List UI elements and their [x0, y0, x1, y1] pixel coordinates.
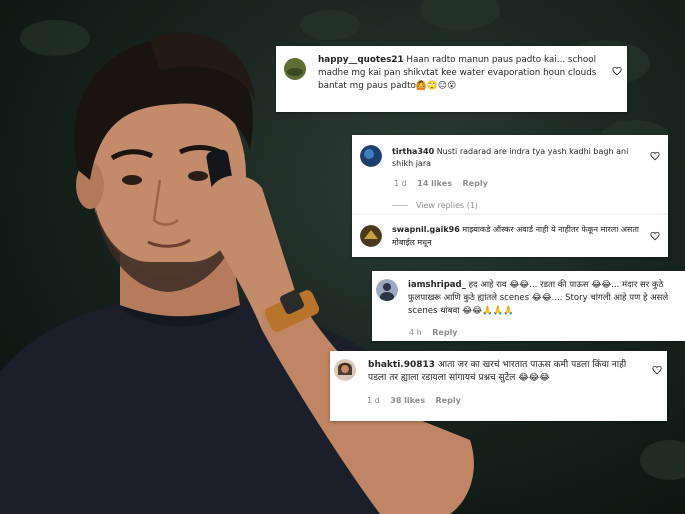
comment-card: iamshripad_ हद आहे राव 😂😂... रडता की पाऊ…	[372, 271, 685, 341]
comment-username[interactable]: swapnil.gaik96	[392, 225, 460, 234]
comment-card: happy__quotes21 Haan radto manun paus pa…	[276, 46, 627, 112]
avatar[interactable]	[376, 279, 398, 301]
comment-username[interactable]: happy__quotes21	[318, 55, 404, 65]
avatar[interactable]	[334, 359, 356, 381]
avatar[interactable]	[360, 145, 382, 167]
avatar[interactable]	[284, 58, 306, 80]
comment-meta: 4 h Reply	[409, 328, 466, 337]
comment-age: 4 h	[409, 328, 422, 337]
reply-button[interactable]: Reply	[436, 396, 461, 405]
avatar[interactable]	[360, 225, 382, 247]
comment-likes[interactable]: 14 likes	[417, 179, 452, 188]
heart-icon[interactable]	[652, 365, 662, 375]
view-replies-link[interactable]: View replies (1)	[392, 201, 478, 210]
comment-card: swapnil.gaik96 माझ्याकडे ऑस्कर अवार्ड ना…	[352, 215, 668, 257]
heart-icon[interactable]	[650, 231, 660, 241]
comment-body: bhakti.90813 आता जर का खरचं भारतात पाऊस …	[368, 359, 646, 385]
comment-age: 1 d	[394, 179, 407, 188]
heart-icon[interactable]	[650, 151, 660, 161]
comment-username[interactable]: bhakti.90813	[368, 360, 435, 370]
comment-body: happy__quotes21 Haan radto manun paus pa…	[318, 54, 610, 93]
comment-likes[interactable]: 38 likes	[390, 396, 425, 405]
comment-meta: 1 d 38 likes Reply	[367, 396, 469, 405]
comment-username[interactable]: tirtha340	[392, 147, 434, 156]
comment-meta: 1 d 14 likes Reply	[394, 179, 496, 188]
comment-body: swapnil.gaik96 माझ्याकडे ऑस्कर अवार्ड ना…	[392, 223, 648, 249]
comment-body: tirtha340 Nusti radarad are indra tya ya…	[392, 146, 644, 170]
comment-username[interactable]: iamshripad_	[408, 280, 466, 290]
reply-button[interactable]: Reply	[432, 328, 457, 337]
comment-body: iamshripad_ हद आहे राव 😂😂... रडता की पाऊ…	[408, 279, 676, 318]
reply-button[interactable]: Reply	[463, 179, 488, 188]
comment-card: tirtha340 Nusti radarad are indra tya ya…	[352, 135, 668, 215]
heart-icon[interactable]	[612, 66, 622, 76]
comment-card: bhakti.90813 आता जर का खरचं भारतात पाऊस …	[330, 351, 667, 421]
divider	[392, 205, 408, 206]
comment-age: 1 d	[367, 396, 380, 405]
